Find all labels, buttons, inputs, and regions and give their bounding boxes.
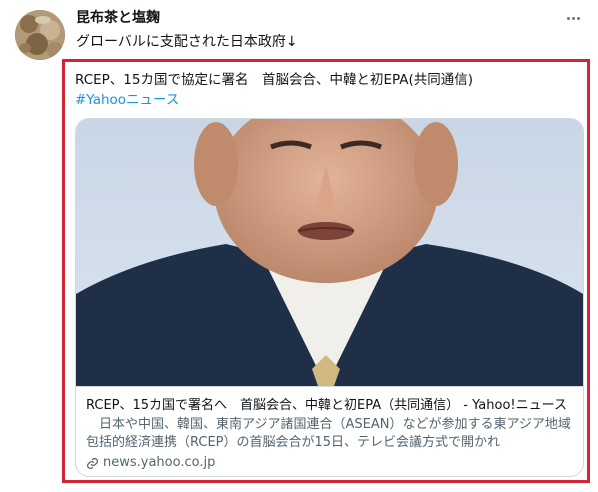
card-title: RCEP、15カ国で署名へ 首脳会合、中韓と初EPA（共同通信） - Yahoo… — [86, 398, 567, 413]
avatar[interactable] — [15, 10, 65, 60]
more-options-icon[interactable] — [562, 9, 584, 27]
quoted-text: RCEP、15カ国で協定に署名 首脳会合、中韓と初EPA(共同通信) — [75, 72, 474, 88]
dot — [571, 16, 575, 20]
card-image — [76, 119, 583, 386]
dot — [576, 16, 580, 20]
link-icon — [87, 457, 98, 469]
card-body: RCEP、15カ国で署名へ 首脳会合、中韓と初EPA（共同通信） - Yahoo… — [76, 386, 583, 476]
dot — [566, 16, 570, 20]
hashtag-link[interactable]: #Yahooニュース — [75, 90, 585, 110]
display-name[interactable]: 昆布茶と塩麹 — [76, 9, 160, 27]
card-description: 日本や中国、韓国、東南アジア諸国連合（ASEAN）などが参加する東アジア地域包括… — [86, 417, 571, 450]
link-card[interactable]: RCEP、15カ国で署名へ 首脳会合、中韓と初EPA（共同通信） - Yahoo… — [75, 118, 584, 477]
avatar-image — [15, 10, 65, 60]
tweet-text: グローバルに支配された日本政府↓ — [76, 34, 298, 50]
card-domain: news.yahoo.co.jp — [86, 455, 215, 471]
card-domain-text: news.yahoo.co.jp — [103, 455, 216, 470]
quoted-text-block: RCEP、15カ国で協定に署名 首脳会合、中韓と初EPA(共同通信) #Yaho… — [75, 70, 585, 110]
